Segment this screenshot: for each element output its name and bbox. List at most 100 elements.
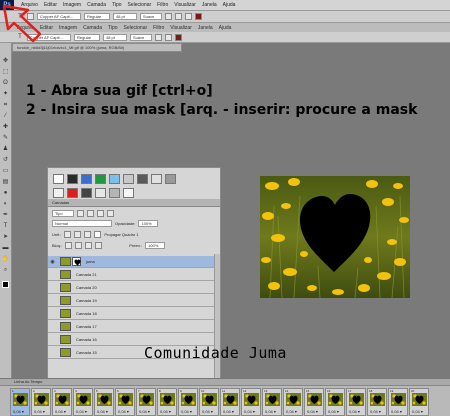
layer-row[interactable]: Camada 21 <box>48 269 214 281</box>
style-swatch[interactable] <box>95 188 106 198</box>
healing-brush-icon[interactable]: ✚ <box>2 123 10 131</box>
menu-visualizar-ghost[interactable]: Visualizar <box>167 25 195 31</box>
frame-delay[interactable]: 0,04 ▾ <box>160 409 171 414</box>
timeline-frame[interactable]: 4 0,04 ▾ <box>73 388 93 416</box>
zoom-tool-icon[interactable]: ⌕ <box>2 266 10 274</box>
dodge-tool-icon[interactable]: ◐ <box>2 200 10 208</box>
timeline-frame[interactable]: 8 0,04 ▾ <box>157 388 177 416</box>
timeline-frame[interactable]: 2 0,04 ▾ <box>31 388 51 416</box>
timeline-title[interactable]: Linha do Tempo <box>0 379 450 386</box>
eyedropper-icon[interactable]: ⁄ <box>2 112 10 120</box>
style-swatch[interactable] <box>109 188 120 198</box>
style-swatch[interactable] <box>81 188 92 198</box>
frame-delay[interactable]: 0,04 ▾ <box>244 409 255 414</box>
lock-transparency-icon[interactable] <box>65 242 73 249</box>
timeline-frame[interactable]: 1 0,04 ▾ <box>10 388 30 416</box>
menu-janela-ghost[interactable]: Janela <box>195 25 216 31</box>
timeline-frame[interactable]: 7 0,04 ▾ <box>136 388 156 416</box>
antialias-select[interactable]: Suave <box>140 13 162 20</box>
menu-visualizar[interactable]: Visualizar <box>171 2 199 8</box>
stamp-tool-icon[interactable]: ♟ <box>2 145 10 153</box>
unify-style-icon[interactable] <box>84 231 92 238</box>
frame-delay[interactable]: 0,04 ▾ <box>349 409 360 414</box>
filter-pixel-icon[interactable] <box>77 210 84 217</box>
align-center-icon[interactable] <box>165 33 172 41</box>
canvas-image[interactable] <box>260 176 410 298</box>
filter-shape-icon[interactable] <box>107 210 114 217</box>
menu-selecionar-ghost[interactable]: Selecionar <box>121 25 151 31</box>
fill-field[interactable]: 100% <box>145 242 166 249</box>
timeline-frame[interactable]: 20 0,04 ▾ <box>409 388 429 416</box>
lasso-tool-icon[interactable]: ʘ <box>2 79 10 87</box>
style-swatch[interactable] <box>67 188 78 198</box>
menu-camada-ghost[interactable]: Camada <box>80 25 105 31</box>
timeline-frame[interactable]: 16 0,04 ▾ <box>325 388 345 416</box>
align-left-icon[interactable] <box>165 13 172 20</box>
crop-tool-icon[interactable]: ⌗ <box>2 101 10 109</box>
font-size-select[interactable]: 48 pt <box>103 33 127 41</box>
frame-delay[interactable]: 0,04 ▾ <box>370 409 381 414</box>
frame-delay[interactable]: 0,04 ▾ <box>286 409 297 414</box>
timeline-frame[interactable]: 18 0,04 ▾ <box>367 388 387 416</box>
timeline-frame[interactable]: 9 0,04 ▾ <box>178 388 198 416</box>
align-center-icon[interactable] <box>175 13 182 20</box>
move-tool-icon[interactable]: ✥ <box>2 57 10 65</box>
style-swatch[interactable] <box>151 174 162 184</box>
menu-tipo[interactable]: Tipo <box>109 2 125 8</box>
text-color-swatch[interactable] <box>175 33 182 41</box>
brush-tool-icon[interactable]: ✎ <box>2 134 10 142</box>
font-style-select[interactable]: Regular <box>84 13 110 20</box>
menu-ajuda[interactable]: Ajuda <box>220 2 239 8</box>
timeline-frame[interactable]: 14 0,04 ▾ <box>283 388 303 416</box>
menu-camada[interactable]: Camada <box>84 2 109 8</box>
timeline-frame[interactable]: 19 0,04 ▾ <box>388 388 408 416</box>
frame-delay[interactable]: 0,04 ▾ <box>118 409 129 414</box>
menu-imagem[interactable]: Imagem <box>60 2 84 8</box>
frame-delay[interactable]: 0,04 ▾ <box>55 409 66 414</box>
menu-filtro-ghost[interactable]: Filtro <box>150 25 167 31</box>
layer-row[interactable]: Camada 19 <box>48 295 214 307</box>
magic-wand-icon[interactable]: ✦ <box>2 90 10 98</box>
frame-delay[interactable]: 0,04 ▾ <box>202 409 213 414</box>
foreground-color-swatch[interactable] <box>2 281 9 288</box>
timeline-frame[interactable]: 3 0,04 ▾ <box>52 388 72 416</box>
style-swatch[interactable] <box>109 174 120 184</box>
style-swatch[interactable] <box>53 174 64 184</box>
style-swatch[interactable] <box>95 174 106 184</box>
frame-delay[interactable]: 0,04 ▾ <box>307 409 318 414</box>
shape-tool-icon[interactable]: ▬ <box>2 244 10 252</box>
filter-adjust-icon[interactable] <box>87 210 94 217</box>
opacity-field[interactable]: 100% <box>138 220 159 227</box>
gradient-tool-icon[interactable]: ▤ <box>2 178 10 186</box>
timeline-frame[interactable]: 10 0,04 ▾ <box>199 388 219 416</box>
menu-janela[interactable]: Janela <box>199 2 220 8</box>
style-swatch[interactable] <box>53 188 64 198</box>
layer-row[interactable]: Camada 18 <box>48 308 214 320</box>
frame-delay[interactable]: 0,04 ▾ <box>97 409 108 414</box>
unify-position-icon[interactable] <box>64 231 72 238</box>
lock-all-icon[interactable] <box>95 242 103 249</box>
layers-scrollbar[interactable] <box>214 254 220 382</box>
timeline-frame[interactable]: 13 0,04 ▾ <box>262 388 282 416</box>
menu-ajuda-ghost[interactable]: Ajuda <box>216 25 235 31</box>
text-color-swatch[interactable] <box>195 13 202 20</box>
menu-filtro[interactable]: Filtro <box>154 2 171 8</box>
type-tool-icon[interactable]: T <box>2 222 10 230</box>
frame-delay[interactable]: 0,04 ▾ <box>391 409 402 414</box>
lock-position-icon[interactable] <box>85 242 93 249</box>
frame-delay[interactable]: 0,04 ▾ <box>34 409 45 414</box>
menu-selecionar[interactable]: Selecionar <box>125 2 155 8</box>
style-swatch[interactable] <box>123 188 134 198</box>
style-swatch[interactable] <box>67 174 78 184</box>
history-brush-icon[interactable]: ↺ <box>2 156 10 164</box>
style-swatch[interactable] <box>137 174 148 184</box>
font-size-select[interactable]: 48 pt <box>113 13 137 20</box>
layers-panel-title[interactable]: Camadas <box>48 199 220 207</box>
style-swatch[interactable] <box>123 174 134 184</box>
frame-delay[interactable]: 0,04 ▾ <box>139 409 150 414</box>
align-right-icon[interactable] <box>185 13 192 20</box>
eraser-tool-icon[interactable]: ▭ <box>2 167 10 175</box>
timeline-frame[interactable]: 11 0,04 ▾ <box>220 388 240 416</box>
visibility-eye-icon[interactable]: ◉ <box>48 259 57 265</box>
unify-visibility-icon[interactable] <box>74 231 82 238</box>
